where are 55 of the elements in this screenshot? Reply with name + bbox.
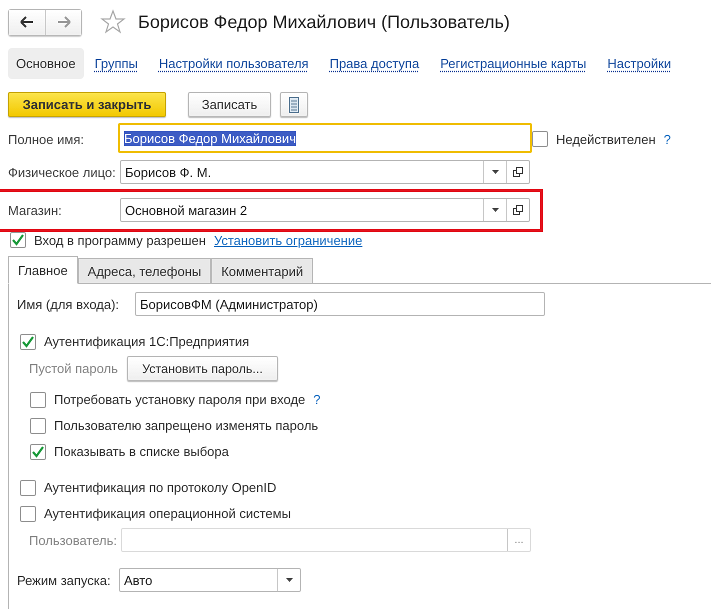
select-field[interactable]: Борисов Ф. М.	[120, 160, 530, 184]
back-button[interactable]	[9, 10, 45, 34]
field-label: Полное имя:	[8, 132, 85, 146]
menu-button[interactable]	[280, 92, 308, 117]
tab[interactable]: Главное	[8, 256, 78, 284]
checkbox-label: Потребовать установку пароля при входе	[54, 392, 306, 407]
restriction-link[interactable]: Установить ограничение	[214, 232, 362, 248]
checkbox[interactable]	[20, 334, 36, 350]
save-and-close-button[interactable]: Записать и закрыть	[8, 92, 166, 117]
section-link[interactable]: Группы	[94, 48, 149, 78]
checkbox-label: Вход в программу разрешен	[34, 232, 206, 248]
checkbox[interactable]	[20, 480, 36, 496]
list-icon	[289, 96, 299, 112]
checkbox[interactable]	[20, 506, 36, 522]
login-name-field[interactable]: БорисовФМ (Администратор)	[135, 292, 545, 316]
caret-icon	[286, 578, 292, 582]
tab[interactable]: Комментарий	[211, 258, 314, 284]
section-link[interactable]: Основное	[8, 48, 84, 78]
password-status: Пустой пароль	[29, 361, 119, 376]
field-label: Режим запуска:	[17, 572, 112, 588]
checkbox[interactable]	[532, 131, 548, 147]
star-icon[interactable]	[100, 9, 126, 35]
field-label: Имя (для входа):	[17, 296, 120, 312]
checkbox-label: Аутентификация 1С:Предприятия	[44, 334, 250, 349]
right-arrow-icon	[56, 16, 70, 28]
checkbox[interactable]	[30, 444, 46, 460]
field-label: Пользователь:	[29, 532, 118, 548]
tab[interactable]: Адреса, телефоны	[78, 258, 212, 284]
set-password-button[interactable]: Установить пароль...	[127, 356, 278, 381]
field-label: Магазин:	[8, 202, 63, 218]
checkbox-label: Недействителен	[556, 132, 656, 146]
windows-icon	[512, 166, 524, 178]
caret-icon	[492, 170, 498, 174]
save-button[interactable]: Записать	[188, 92, 271, 117]
help-link[interactable]: ?	[664, 132, 671, 146]
checkbox[interactable]	[10, 232, 26, 248]
help-link[interactable]: ?	[313, 392, 321, 407]
full-name-field[interactable]: Борисов Федор Михайлович	[118, 123, 532, 153]
checkbox-label: Аутентификация по протоколу OpenID	[44, 480, 276, 495]
section-link[interactable]: Регистрационные карты	[440, 48, 598, 78]
launch-mode-select[interactable]: Авто	[119, 568, 301, 592]
section-link[interactable]: Настройки пользователя	[158, 48, 320, 78]
select-field[interactable]: Основной магазин 2	[120, 198, 530, 222]
left-arrow-icon	[20, 16, 34, 28]
checkbox-label: Пользователю запрещено изменять пароль	[54, 418, 318, 433]
window-title: Борисов Федор Михайлович (Пользователь)	[138, 12, 510, 32]
windows-icon	[512, 204, 524, 216]
checkbox[interactable]	[30, 418, 46, 434]
checkbox-label: Аутентификация операционной системы	[44, 506, 291, 521]
section-link[interactable]: Права доступа	[330, 48, 430, 78]
section-link[interactable]: Настройки	[607, 48, 682, 78]
checkbox[interactable]	[30, 392, 46, 408]
caret-icon	[492, 208, 498, 212]
checkbox-label: Показывать в списке выбора	[54, 444, 229, 459]
field-label: Физическое лицо:	[8, 164, 117, 180]
